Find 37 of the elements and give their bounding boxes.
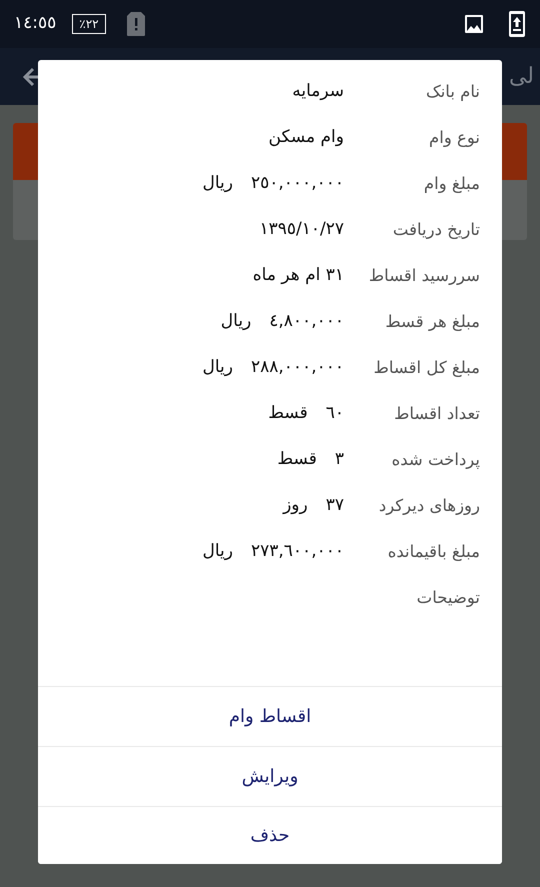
field-label: نوع وام bbox=[428, 126, 480, 149]
field-label: نام بانک bbox=[424, 80, 480, 103]
field-label: تاریخ دریافت bbox=[392, 218, 480, 241]
battery-icon: ٪٢٢ bbox=[72, 14, 106, 34]
field-value: ٢٥٠,٠٠٠,٠٠٠ bbox=[251, 172, 344, 196]
app-bar-title: لی bbox=[508, 63, 534, 91]
field-value: وام مسکن bbox=[268, 126, 344, 150]
field-label: سررسید اقساط bbox=[368, 264, 480, 287]
field-value: سرمایه bbox=[292, 80, 344, 104]
field-label: توضیحات bbox=[416, 586, 480, 609]
unit-text: ریال bbox=[202, 172, 233, 196]
field-label: مبلغ هر قسط bbox=[384, 310, 480, 333]
field-value: ٤,٨٠٠,٠٠٠ bbox=[269, 310, 344, 334]
field-label: مبلغ باقیمانده bbox=[386, 540, 480, 563]
image-icon bbox=[464, 14, 484, 34]
phone-upload-icon bbox=[508, 10, 526, 38]
unit-text: ریال bbox=[220, 310, 252, 334]
field-value: ٢٨٨,٠٠٠,٠٠٠ bbox=[251, 356, 344, 380]
unit-text: روز bbox=[283, 494, 308, 518]
field-value: ١٣٩٥/١٠/٢٧ bbox=[259, 218, 344, 242]
unit-text: ریال bbox=[202, 356, 233, 380]
field-label: روزهای دیرکرد bbox=[378, 494, 480, 517]
field-value: ٦٠ bbox=[326, 402, 344, 426]
field-value: ٣٧ bbox=[326, 494, 344, 518]
field-label: مبلغ کل اقساط bbox=[372, 356, 480, 379]
field-value: ٣ bbox=[334, 448, 344, 472]
unit-text: قسط bbox=[277, 448, 317, 472]
field-label: تعداد اقساط bbox=[393, 402, 480, 425]
dialog-action-button[interactable]: حذف bbox=[38, 806, 502, 864]
field-value: ٢٧٣,٦٠٠,٠٠٠ bbox=[251, 540, 344, 564]
clock-text: ١٤:٥٥ bbox=[14, 12, 56, 36]
sim-alert-icon bbox=[126, 11, 146, 37]
field-label: مبلغ وام bbox=[422, 172, 480, 195]
unit-text: ریال bbox=[202, 540, 233, 564]
field-label: پرداخت شده bbox=[390, 448, 480, 471]
unit-text: قسط bbox=[268, 402, 308, 426]
field-value: ٣١ ام هر ماه bbox=[252, 264, 344, 288]
